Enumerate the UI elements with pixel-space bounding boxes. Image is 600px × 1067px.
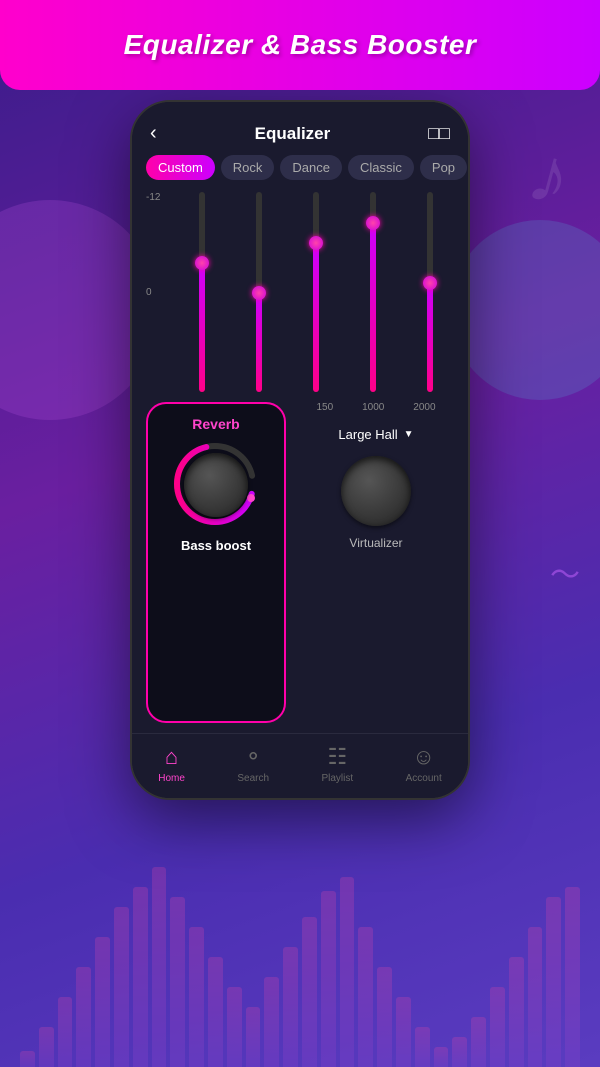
slider-thumb-1 bbox=[252, 286, 266, 300]
freq-1000: 1000 bbox=[362, 402, 384, 413]
bg-bars bbox=[0, 867, 600, 1067]
db-label-bottom bbox=[146, 381, 170, 392]
slider-1[interactable] bbox=[235, 192, 282, 392]
slider-track-0 bbox=[199, 192, 205, 392]
freq-150: 150 bbox=[316, 402, 333, 413]
slider-fill-1 bbox=[256, 292, 262, 392]
reverb-knob-container[interactable] bbox=[171, 440, 261, 530]
eq-db-labels: -12 0 bbox=[146, 192, 174, 392]
slider-thumb-4 bbox=[423, 276, 437, 290]
slider-fill-3 bbox=[370, 222, 376, 392]
phone-screen: ‹ Equalizer □□ Custom Rock Dance Classic… bbox=[132, 102, 468, 798]
bass-boost-label: Bass boost bbox=[181, 538, 251, 553]
freq-2000: 2000 bbox=[413, 402, 435, 413]
slider-0[interactable] bbox=[178, 192, 225, 392]
bottom-nav: ⌂ Home ⚬ Search ☷ Playlist ☺ Account bbox=[132, 733, 468, 798]
phone-mockup: ‹ Equalizer □□ Custom Rock Dance Classic… bbox=[130, 100, 470, 800]
nav-search-label: Search bbox=[237, 773, 269, 784]
slider-thumb-2 bbox=[309, 236, 323, 250]
deco-wave: 〜 bbox=[550, 550, 580, 594]
slider-track-1 bbox=[256, 192, 262, 392]
bookmark-icon: □□ bbox=[428, 123, 450, 144]
sliders-container bbox=[178, 192, 454, 392]
bg-circle-right bbox=[450, 220, 600, 400]
home-icon: ⌂ bbox=[165, 744, 178, 770]
virtualizer-knob[interactable] bbox=[341, 456, 411, 526]
nav-search[interactable]: ⚬ Search bbox=[237, 744, 269, 784]
slider-thumb-3 bbox=[366, 216, 380, 230]
slider-track-3 bbox=[370, 192, 376, 392]
app-title: Equalizer & Bass Booster bbox=[124, 29, 477, 61]
slider-2[interactable] bbox=[292, 192, 339, 392]
eq-header: ‹ Equalizer □□ bbox=[132, 102, 468, 155]
reverb-label: Reverb bbox=[192, 416, 239, 432]
slider-thumb-0 bbox=[195, 256, 209, 270]
eq-sliders: -12 0 bbox=[132, 192, 468, 392]
nav-home-label: Home bbox=[158, 773, 185, 784]
db-label-mid: 0 bbox=[146, 287, 170, 298]
preset-tab-dance[interactable]: Dance bbox=[280, 155, 342, 180]
nav-playlist[interactable]: ☷ Playlist bbox=[321, 744, 353, 784]
nav-account-label: Account bbox=[406, 773, 442, 784]
nav-home[interactable]: ⌂ Home bbox=[158, 744, 185, 784]
search-icon: ⚬ bbox=[244, 744, 262, 770]
chevron-down-icon: ▼ bbox=[404, 429, 414, 440]
slider-track-4 bbox=[427, 192, 433, 392]
reverb-card: Reverb bbox=[146, 402, 286, 723]
deco-music-note: ♪ bbox=[519, 126, 581, 225]
preset-tab-custom[interactable]: Custom bbox=[146, 155, 215, 180]
virtualizer-label: Virtualizer bbox=[298, 536, 454, 550]
slider-fill-4 bbox=[427, 282, 433, 392]
slider-fill-2 bbox=[313, 242, 319, 392]
preset-tab-pop[interactable]: Pop bbox=[420, 155, 467, 180]
reverb-knob-center bbox=[184, 453, 248, 517]
header-banner: Equalizer & Bass Booster bbox=[0, 0, 600, 90]
preset-tab-classic[interactable]: Classic bbox=[348, 155, 414, 180]
nav-playlist-label: Playlist bbox=[321, 773, 353, 784]
account-icon: ☺ bbox=[412, 744, 434, 770]
preset-tab-rock[interactable]: Rock bbox=[221, 155, 275, 180]
slider-4[interactable] bbox=[407, 192, 454, 392]
playlist-icon: ☷ bbox=[327, 744, 347, 770]
back-button[interactable]: ‹ bbox=[150, 122, 157, 145]
db-label-top: -12 bbox=[146, 192, 170, 203]
nav-account[interactable]: ☺ Account bbox=[406, 744, 442, 784]
slider-3[interactable] bbox=[350, 192, 397, 392]
slider-fill-0 bbox=[199, 262, 205, 392]
right-controls: 150 1000 2000 Large Hall ▼ Virtualizer bbox=[298, 402, 454, 723]
slider-track-2 bbox=[313, 192, 319, 392]
freq-labels: 150 1000 2000 bbox=[298, 402, 454, 413]
preset-tabs: Custom Rock Dance Classic Pop bbox=[132, 155, 468, 192]
dropdown-value: Large Hall bbox=[338, 427, 397, 442]
bottom-section: Reverb bbox=[132, 392, 468, 733]
reverb-dropdown[interactable]: Large Hall ▼ bbox=[298, 423, 454, 446]
eq-title: Equalizer bbox=[255, 124, 331, 144]
